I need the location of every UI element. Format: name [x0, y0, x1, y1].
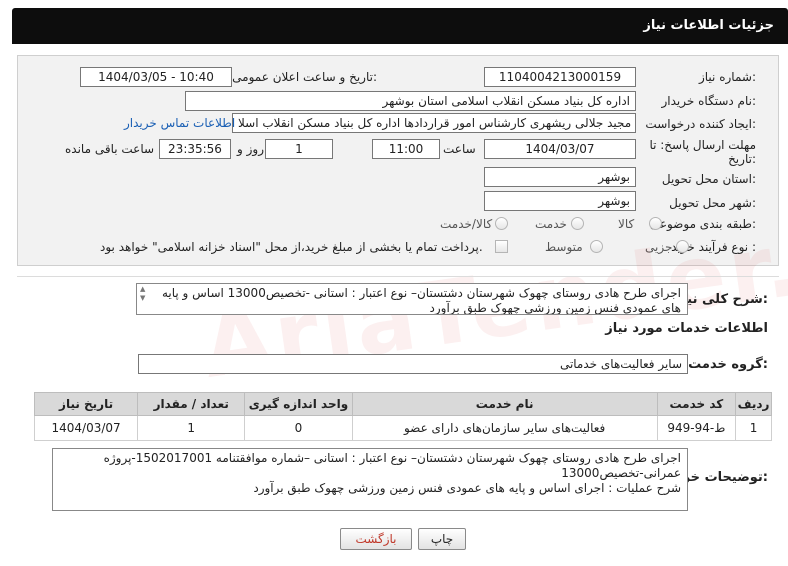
- buyer-notes-textarea[interactable]: اجرای طرح هادی روستای چهوک شهرستان دشتست…: [52, 448, 688, 511]
- process-option-minor: جزیی: [645, 240, 673, 254]
- col-row-number: ردیف: [735, 392, 772, 416]
- cell-service-name: فعالیت‌های سایر سازمان‌های دارای عضو: [351, 415, 658, 441]
- summary-textarea[interactable]: اجرای طرح هادی روستای چهوک شهرستان دشتست…: [136, 283, 688, 315]
- category-option-service: خدمت: [535, 217, 567, 231]
- page-title: جزئیات اطلاعات نیاز: [643, 18, 774, 33]
- page-header: جزئیات اطلاعات نیاز: [12, 8, 788, 44]
- table-header-row: ردیف کد خدمت نام خدمت واحد اندازه گیری ت…: [33, 392, 772, 416]
- deadline-date-field: 1404/03/07: [484, 139, 636, 159]
- print-button[interactable]: چاپ: [418, 528, 466, 550]
- buyer-org-field: اداره کل بنیاد مسکن انقلاب اسلامی استان …: [185, 91, 636, 111]
- services-table: ردیف کد خدمت نام خدمت واحد اندازه گیری ت…: [33, 392, 772, 441]
- services-section-title: اطلاعات خدمات مورد نیاز: [605, 321, 768, 336]
- creator-field: مجید جلالی ریشهری کارشناس امور قراردادها…: [232, 113, 636, 133]
- deadline-label: مهلت ارسال پاسخ: تا: [649, 138, 756, 152]
- service-group-label: گروه خدمت:: [688, 357, 768, 372]
- category-radio-goods-service[interactable]: [495, 217, 508, 230]
- divider: [17, 276, 779, 277]
- days-label: روز و: [237, 142, 264, 156]
- col-need-date: تاریخ نیاز: [33, 392, 139, 416]
- remaining-time-field: 23:35:56: [159, 139, 231, 159]
- deadline-time-field: 11:00: [372, 139, 440, 159]
- summary-label: شرح کلی نیاز:: [674, 292, 768, 307]
- buyer-org-label: نام دستگاه خریدار:: [661, 94, 757, 108]
- category-radio-goods[interactable]: [649, 217, 662, 230]
- need-number-field: 1104004213000159: [484, 67, 636, 87]
- col-unit: واحد اندازه گیری: [244, 392, 353, 416]
- col-service-name: نام خدمت: [351, 392, 658, 416]
- announce-field: 1404/03/05 - 10:40: [80, 67, 232, 87]
- process-radio-medium[interactable]: [590, 240, 603, 253]
- category-label: طبقه بندی موضوعی:: [649, 217, 756, 231]
- cell-need-date: 1404/03/07: [33, 415, 139, 441]
- buyer-notes-line: عمرانی-تخصیص13000: [561, 466, 681, 480]
- category-option-goods: کالا: [618, 217, 635, 231]
- col-quantity: تعداد / مقدار: [137, 392, 246, 416]
- cell-quantity: 1: [137, 415, 246, 441]
- days-field: 1: [265, 139, 333, 159]
- category-radio-service[interactable]: [571, 217, 584, 230]
- cell-service-code: ط-94-949: [656, 415, 737, 441]
- treasury-checkbox[interactable]: [495, 240, 508, 253]
- category-option-goods-service: کالا/خدمت: [440, 217, 493, 231]
- buyer-contact-link[interactable]: اطلاعات تماس خریدار: [124, 116, 235, 130]
- cell-unit: 0: [244, 415, 353, 441]
- col-service-code: کد خدمت: [656, 392, 737, 416]
- scroll-down-icon[interactable]: ▼: [140, 294, 145, 302]
- province-label: استان محل تحویل:: [661, 172, 756, 186]
- deadline-time-label: ساعت: [443, 142, 476, 156]
- back-button[interactable]: بازگشت: [340, 528, 412, 550]
- need-number-label: شماره نیاز:: [698, 70, 756, 84]
- remaining-label: ساعت باقی مانده: [65, 142, 155, 156]
- cell-row-number: 1: [735, 415, 772, 441]
- city-field: بوشهر: [484, 191, 636, 211]
- process-option-medium: متوسط: [545, 240, 583, 254]
- creator-label: ایجاد کننده درخواست:: [645, 117, 756, 131]
- city-label: شهر محل تحویل:: [669, 196, 756, 210]
- scroll-up-icon[interactable]: ▲: [140, 285, 145, 293]
- table-row: 1 ط-94-949 فعالیت‌های سایر سازمان‌های دا…: [33, 415, 772, 441]
- province-field: بوشهر: [484, 167, 636, 187]
- process-radio-minor[interactable]: [676, 240, 689, 253]
- buyer-notes-line: اجرای طرح هادی روستای چهوک شهرستان دشتست…: [103, 451, 681, 465]
- buyer-notes-line: شرح عملیات : اجرای اساس و پایه های عمودی…: [253, 481, 681, 495]
- payment-note: پرداخت تمام یا بخشی از مبلغ خرید،از محل …: [100, 240, 483, 254]
- deadline-date-label: تاریخ:: [728, 152, 756, 166]
- announce-label: تاریخ و ساعت اعلان عمومی:: [232, 70, 377, 84]
- service-group-field: سایر فعالیت‌های خدماتی: [138, 354, 688, 374]
